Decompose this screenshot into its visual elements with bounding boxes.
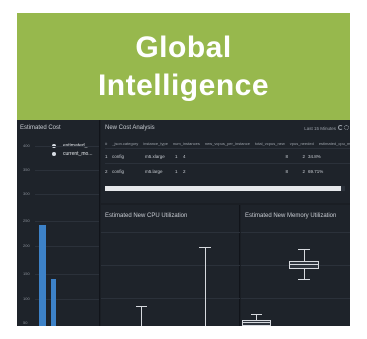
panel-title: New Cost Analysis	[105, 125, 155, 131]
gear-icon[interactable]	[344, 125, 349, 130]
whisker-line	[205, 247, 206, 326]
column-header[interactable]: estimated_cpu_max	[319, 141, 350, 146]
gridline	[35, 146, 99, 147]
whisker-line	[304, 269, 305, 279]
cell-vcpus-needed: 8	[285, 168, 288, 174]
y-tick: 400	[23, 143, 30, 148]
table-row[interactable]: 1 config m5.xlarge 1 4 8 2 34.8%	[105, 148, 350, 163]
gridline	[101, 265, 240, 266]
horizontal-scrollbar[interactable]	[105, 186, 345, 191]
box-median	[243, 322, 270, 323]
column-header[interactable]: instance_type	[143, 141, 168, 146]
panel-title: Estimated New Memory Utilization	[245, 213, 337, 219]
cost-analysis-table: # _json.category instance_type num_insta…	[105, 138, 350, 178]
y-tick: 150	[23, 271, 30, 276]
cell-index: 2	[105, 168, 108, 174]
column-header[interactable]: new_vcpus_per_instance	[205, 141, 250, 146]
cpu-utilization-panel: Estimated New CPU Utilization	[101, 205, 240, 326]
cell-vcpus: 4	[183, 153, 186, 159]
estimated-cost-panel: Estimated Cost estimated_... current_mo.…	[17, 120, 100, 326]
dashboard-screenshot: Estimated Cost estimated_... current_mo.…	[17, 120, 350, 326]
gridline	[35, 194, 99, 195]
cell-category: config	[112, 168, 125, 174]
cell-estimate: 2	[302, 168, 305, 174]
panel-title: Estimated New CPU Utilization	[105, 213, 188, 219]
y-tick: 300	[23, 191, 30, 196]
refresh-icon[interactable]	[338, 125, 343, 130]
whisker-line	[141, 306, 142, 326]
table-row[interactable]: 2 config m5.large 1 2 8 2 69.71%	[105, 163, 350, 178]
title-banner: Global Intelligence	[17, 13, 350, 120]
banner-title-line-1: Global	[135, 30, 232, 64]
box-plot[interactable]	[242, 320, 271, 326]
cell-num-instances: 1	[175, 168, 178, 174]
cell-instance-type: m5.large	[145, 168, 163, 174]
column-header[interactable]: num_instances	[173, 141, 200, 146]
column-header[interactable]: _json.category	[112, 141, 138, 146]
scrollbar-thumb[interactable]	[105, 186, 341, 191]
cost-bar-current[interactable]	[51, 279, 56, 326]
memory-utilization-panel: Estimated New Memory Utilization	[241, 205, 350, 326]
y-tick: 350	[23, 167, 30, 172]
legend-item-current[interactable]: current_mo...	[48, 150, 92, 158]
cell-vcpus: 2	[183, 168, 186, 174]
table-header-row: # _json.category instance_type num_insta…	[105, 138, 350, 148]
y-tick: 100	[23, 296, 30, 301]
gridline	[35, 221, 99, 222]
legend-label: current_mo...	[63, 151, 93, 157]
banner-title-line-2: Intelligence	[97, 68, 270, 102]
chart-legend: estimated_... current_mo...	[48, 142, 92, 158]
gridline	[101, 298, 240, 299]
cost-analysis-panel: New Cost Analysis Last 15 Minutes # _jso…	[101, 120, 350, 203]
gridline	[241, 232, 350, 233]
legend-dot-icon	[48, 151, 60, 157]
column-header[interactable]: vpus_needed	[290, 141, 314, 146]
box-median	[290, 264, 318, 265]
cell-index: 1	[105, 153, 108, 159]
gridline	[35, 170, 99, 171]
cell-estimate: 2	[302, 153, 305, 159]
cost-bar-estimated[interactable]	[39, 225, 46, 326]
whisker-cap	[251, 314, 262, 315]
panel-title: Estimated Cost	[20, 125, 61, 131]
cell-percent: 34.8%	[308, 153, 321, 159]
whisker-cap	[298, 279, 310, 280]
cell-category: config	[112, 153, 125, 159]
column-header[interactable]: #	[105, 141, 107, 146]
column-header[interactable]: total_vcpus_new	[255, 141, 285, 146]
y-tick: 200	[23, 243, 30, 248]
gridline	[101, 232, 240, 233]
whisker-line	[304, 249, 305, 261]
cell-instance-type: m5.xlarge	[145, 153, 165, 159]
cell-num-instances: 1	[175, 153, 178, 159]
cell-vcpus-needed: 8	[285, 153, 288, 159]
y-tick: 250	[23, 218, 30, 223]
time-range-picker[interactable]: Last 15 Minutes	[304, 126, 336, 131]
cell-percent: 69.71%	[308, 168, 324, 174]
y-tick: 50	[23, 320, 28, 325]
gridline	[241, 298, 350, 299]
box-plot[interactable]	[289, 261, 319, 269]
